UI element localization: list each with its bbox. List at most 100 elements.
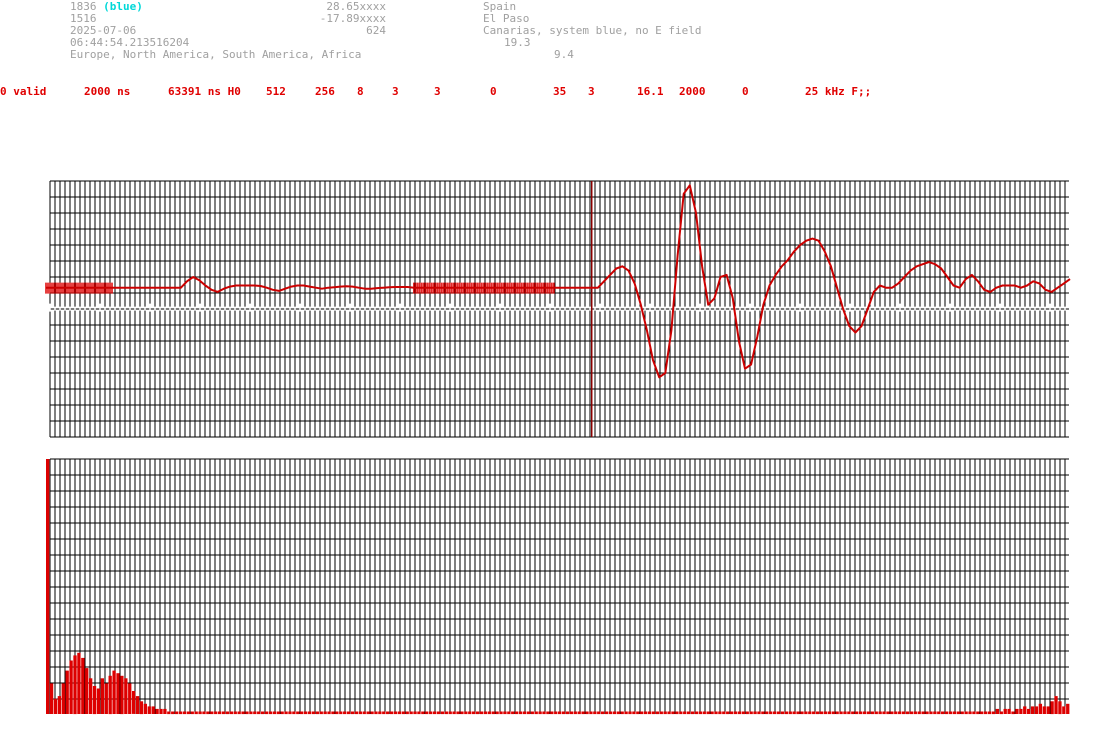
- spectrum-bar-68: [311, 711, 316, 715]
- spectrum-bar-92: [405, 711, 409, 715]
- waveform-and-spectrum-chart: [45, 180, 1071, 715]
- spectrum-bar-249: [1019, 708, 1023, 714]
- spectrum-bar-93: [409, 711, 413, 715]
- spectrum-grid: [49, 458, 1069, 714]
- spectrum-bar-14: [100, 678, 105, 714]
- spectrum-bar-101: [440, 711, 445, 715]
- spectrum-bar-179: [745, 711, 749, 715]
- spectrum-bar-64: [296, 711, 300, 715]
- spectrum-bar-223: [917, 711, 921, 715]
- spectrum-bar-136: [577, 711, 581, 715]
- spectrum-bar-83: [370, 711, 374, 715]
- spectrum-bar-165: [690, 711, 695, 715]
- spectrum-bar-131: [558, 711, 562, 715]
- spectrum-bar-259: [1058, 701, 1062, 715]
- spectrum-bar-122: [522, 711, 527, 715]
- spectrum-bar-221: [909, 711, 914, 715]
- spectrum-bar-127: [542, 711, 546, 715]
- spectrum-bar-164: [686, 711, 691, 715]
- spectrum-bar-201: [831, 711, 835, 715]
- spectrum-bar-190: [788, 711, 792, 715]
- spectrum-bar-106: [460, 711, 464, 715]
- spectrum-bar-148: [624, 711, 628, 715]
- spectrum-bar-27: [151, 706, 155, 714]
- spectrum-bar-193: [800, 711, 804, 715]
- spectrum-bar-180: [749, 711, 753, 715]
- spectrum-bar-77: [346, 711, 351, 715]
- spectrum-bar-240: [984, 711, 988, 715]
- spectrum-bar-134: [569, 711, 574, 715]
- spectrum-bar-213: [878, 711, 882, 715]
- spectrum-bar-78: [350, 711, 355, 715]
- spectrum-bar-18: [116, 673, 120, 714]
- spectrum-bar-34: [178, 711, 183, 715]
- spectrum-bar-185: [769, 711, 773, 715]
- spectrum-bar-84: [374, 711, 378, 715]
- spectrum-bar-237: [972, 711, 976, 715]
- spectrum-bar-53: [253, 711, 257, 715]
- spectrum-bar-157: [659, 711, 663, 715]
- spectrum-bar-23: [135, 696, 140, 714]
- spectrum-bar-188: [780, 711, 785, 715]
- spectrum-bar-142: [600, 711, 605, 715]
- spectrum-bar-129: [550, 711, 554, 715]
- spectrum-bar-41: [206, 711, 210, 715]
- spectrum-bar-105: [456, 711, 460, 715]
- spectrum-bar-116: [499, 711, 503, 715]
- spectrum-bar-13: [96, 688, 101, 714]
- spectrum-bar-163: [683, 711, 687, 715]
- spectrum-bar-197: [815, 711, 820, 715]
- spectrum-bar-133: [565, 711, 570, 715]
- spectrum-bar-24: [139, 701, 144, 715]
- spectrum-bar-243: [995, 708, 1000, 714]
- spectrum-bar-171: [714, 711, 718, 715]
- spectrum-bar-233: [956, 711, 960, 715]
- spectrum-bar-200: [827, 711, 831, 715]
- spectrum-bar-146: [616, 711, 620, 715]
- spectrum-bar-51: [245, 711, 249, 715]
- spectrum-bar-147: [620, 711, 624, 715]
- spectrum-bar-251: [1027, 708, 1031, 714]
- spectrum-bar-42: [210, 711, 214, 715]
- spectrum-bar-44: [217, 711, 222, 715]
- spectrum-bar-120: [515, 711, 519, 715]
- spectrum-bar-139: [589, 711, 593, 715]
- spectrum-bar-10: [85, 668, 89, 714]
- spectrum-bar-28: [155, 708, 159, 714]
- spectrum-bar-242: [991, 711, 996, 715]
- spectrum-bar-59: [276, 711, 280, 715]
- spectrum-bar-220: [905, 711, 910, 715]
- spectrum-bar-198: [819, 711, 824, 715]
- spectrum-bar-57: [268, 711, 273, 715]
- spectrum-bar-230: [944, 711, 949, 715]
- spectrum-bar-225: [925, 711, 929, 715]
- spectrum-bar-153: [643, 711, 648, 715]
- spectrum-bar-178: [741, 711, 745, 715]
- spectrum-bar-199: [823, 711, 828, 715]
- spectrum-bar-114: [491, 711, 495, 715]
- spectrum-bar-234: [960, 711, 964, 715]
- spectrum-bar-138: [585, 711, 589, 715]
- spectrum-bar-203: [839, 711, 843, 715]
- spectrum-bar-45: [221, 711, 226, 715]
- spectrum-bar-208: [858, 711, 863, 715]
- spectrum-bar-48: [233, 711, 237, 715]
- spectrum-bar-217: [894, 711, 898, 715]
- spectrum-bar-218: [898, 711, 902, 715]
- spectrum-bar-102: [444, 711, 448, 715]
- spectrum-bar-36: [186, 711, 191, 715]
- spectrum-bar-245: [1003, 708, 1007, 714]
- spectrum-bar-96: [421, 711, 425, 715]
- spectrum-bar-141: [597, 711, 601, 715]
- spectrum-bar-128: [546, 711, 550, 715]
- spectrum-bar-80: [358, 711, 362, 715]
- spectrum-bar-70: [319, 711, 323, 715]
- spectrum-bar-75: [339, 711, 343, 715]
- spectrum-bar-82: [366, 711, 370, 715]
- spectrum-bar-117: [503, 711, 507, 715]
- spectrum-bar-0: [46, 459, 50, 714]
- spectrum-bar-86: [382, 711, 386, 715]
- spectrum-bar-111: [479, 711, 484, 715]
- spectrum-bar-258: [1054, 696, 1058, 714]
- spectrum-bar-166: [694, 711, 699, 715]
